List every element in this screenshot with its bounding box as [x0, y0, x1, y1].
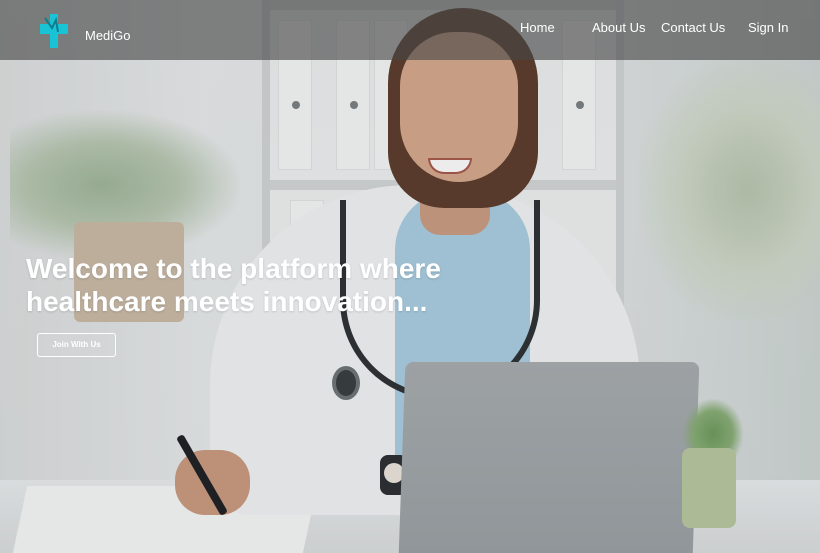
- nav-about-us[interactable]: About Us: [592, 20, 645, 35]
- hero-headline-line-2: healthcare meets innovation...: [26, 286, 428, 317]
- join-with-us-button[interactable]: Join With Us: [37, 333, 116, 357]
- nav-sign-in[interactable]: Sign In: [748, 20, 788, 35]
- hero-headline-line-1: Welcome to the platform where: [26, 253, 441, 284]
- top-navbar: MediGo Home About Us Contact Us Sign In: [0, 0, 820, 60]
- nav-home[interactable]: Home: [520, 20, 555, 35]
- nav-contact-us[interactable]: Contact Us: [661, 20, 725, 35]
- medical-cross-logo-icon[interactable]: [36, 10, 72, 52]
- hero-headline: Welcome to the platform where healthcare…: [26, 252, 486, 318]
- brand-name[interactable]: MediGo: [85, 28, 131, 43]
